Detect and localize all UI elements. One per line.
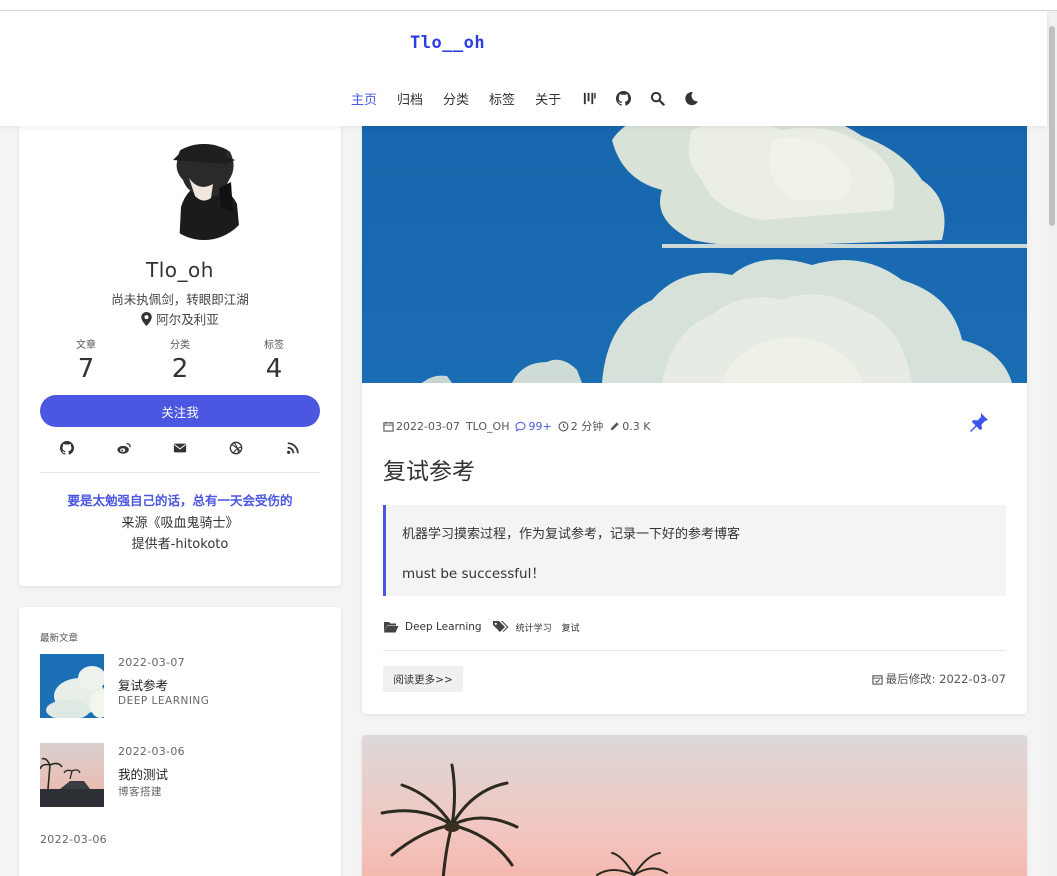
stat-value: 2 xyxy=(171,354,189,384)
stat-label: 分类 xyxy=(170,340,190,351)
post-modified-text: 最后修改: 2022-03-07 xyxy=(885,672,1006,686)
profile-motto: 尚未执佩剑，转眼即江湖 xyxy=(111,292,249,307)
scrollbar-thumb[interactable] xyxy=(1049,26,1055,226)
hitokoto-provider: 提供者-hitokoto xyxy=(131,537,229,552)
comment-icon xyxy=(515,421,527,432)
post-excerpt: 机器学习摸索过程，作为复试参考，记录一下好的参考博客 must be succe… xyxy=(383,505,1006,596)
post-category[interactable]: Deep Learning xyxy=(405,621,482,633)
rss-icon[interactable] xyxy=(285,440,301,456)
post-date-text: 2022-03-07 xyxy=(396,419,460,433)
stat-label: 标签 xyxy=(264,340,284,351)
excerpt-line: must be successful！ xyxy=(402,566,545,582)
post-tag[interactable]: 统计学习 xyxy=(516,621,552,634)
clock-icon xyxy=(558,421,569,431)
stat-posts[interactable]: 文章 7 xyxy=(39,336,133,384)
nav-categories[interactable]: 分类 xyxy=(443,89,469,108)
nav-about[interactable]: 关于 xyxy=(535,89,561,108)
location-pin-icon xyxy=(141,311,152,326)
recent-post-category[interactable]: 博客搭建 xyxy=(118,784,162,799)
moon-icon[interactable] xyxy=(683,91,699,107)
post-comments[interactable]: 99+ xyxy=(515,419,552,433)
excerpt-line: 机器学习摸索过程，作为复试参考，记录一下好的参考博客 xyxy=(402,527,741,542)
read-more-button[interactable]: 阅读更多>> xyxy=(383,666,463,692)
stats-icon[interactable] xyxy=(581,91,597,107)
recent-post-item[interactable]: 2022-03-07 复试参考 DEEP LEARNING xyxy=(40,654,320,718)
pin-icon xyxy=(970,413,988,432)
nav-tags[interactable]: 标签 xyxy=(489,89,515,108)
recent-post-date: 2022-03-07 xyxy=(118,656,185,669)
post-words-text: 0.3 K xyxy=(622,419,651,433)
post-modified: 最后修改: 2022-03-07 xyxy=(871,671,1006,687)
post-meta: 2022-03-07 TLO_OH 99+ 2 分钟 0.3 K xyxy=(383,418,656,434)
post-date: 2022-03-07 xyxy=(383,420,460,433)
stat-categories[interactable]: 分类 2 xyxy=(133,336,227,384)
stat-label: 文章 xyxy=(76,340,96,351)
post-read-time-text: 2 分钟 xyxy=(570,420,604,433)
profile-name: Tlo_oh xyxy=(146,258,214,282)
profile-divider xyxy=(40,472,320,473)
site-logo[interactable]: Tlo__oh xyxy=(410,33,485,53)
recent-post-title[interactable]: 复试参考 xyxy=(118,675,168,694)
recent-post-thumbnail[interactable] xyxy=(40,743,104,807)
follow-button[interactable]: 关注我 xyxy=(40,395,320,427)
hitokoto-source: 来源《吸血鬼骑士》 xyxy=(121,516,239,531)
calendar-check-icon xyxy=(871,674,883,685)
post-words: 0.3 K xyxy=(609,420,650,433)
hitokoto-quote[interactable]: 要是太勉强自己的话，总有一天会受伤的 xyxy=(19,490,341,509)
stat-tags[interactable]: 标签 4 xyxy=(227,336,321,384)
github-icon[interactable] xyxy=(615,91,631,107)
profile-stats: 文章 7 分类 2 标签 4 xyxy=(39,336,321,384)
post-divider xyxy=(383,650,1006,651)
post-title[interactable]: 复试参考 xyxy=(383,452,475,486)
profile-location: 阿尔及利亚 xyxy=(19,309,341,328)
recent-posts-card: 最新文章 2022-03-07 复试参考 DEEP LEARNING 2022-… xyxy=(19,607,341,876)
post-cover-image[interactable] xyxy=(362,735,1027,876)
stat-value: 7 xyxy=(77,354,95,384)
tags-icon xyxy=(492,621,509,632)
post-comments-count: 99+ xyxy=(528,419,552,433)
folder-open-icon xyxy=(384,622,399,633)
github-icon[interactable] xyxy=(59,440,75,456)
social-links xyxy=(39,440,321,456)
dribbble-icon[interactable] xyxy=(228,440,244,456)
calendar-icon xyxy=(383,421,394,432)
post-taxonomy: Deep Learning 统计学习 复试 xyxy=(383,620,590,634)
recent-post-date: 2022-03-06 xyxy=(118,745,185,758)
recent-post-date: 2022-03-06 xyxy=(40,833,107,846)
location-text: 阿尔及利亚 xyxy=(156,312,219,327)
weibo-icon[interactable] xyxy=(116,440,132,456)
recent-posts-title: 最新文章 xyxy=(40,633,79,644)
site-header: Tlo__oh 主页 归档 分类 标签 关于 xyxy=(0,11,1047,126)
browser-top-edge xyxy=(0,0,1057,11)
nav-home[interactable]: 主页 xyxy=(351,89,377,108)
post-card: 2022-03-07 TLO_OH 99+ 2 分钟 0.3 K 复试参考 机器… xyxy=(362,100,1027,714)
avatar xyxy=(159,144,249,240)
post-card xyxy=(362,735,1027,876)
recent-post-item[interactable]: 2022-03-06 我的测试 博客搭建 xyxy=(40,743,320,807)
post-tag[interactable]: 复试 xyxy=(562,621,580,634)
post-read-time: 2 分钟 xyxy=(558,418,604,434)
recent-post-title[interactable]: 我的测试 xyxy=(118,764,168,783)
pencil-icon xyxy=(611,421,619,430)
stat-value: 4 xyxy=(265,354,283,384)
main-nav: 主页 归档 分类 标签 关于 xyxy=(351,89,717,108)
post-cover-image[interactable] xyxy=(362,100,1027,383)
recent-post-category[interactable]: DEEP LEARNING xyxy=(118,695,209,707)
recent-post-thumbnail[interactable] xyxy=(40,654,104,718)
profile-card: Tlo_oh 尚未执佩剑，转眼即江湖 阿尔及利亚 文章 7 分类 2 标签 4 … xyxy=(19,100,341,586)
nav-archive[interactable]: 归档 xyxy=(397,89,423,108)
mail-icon[interactable] xyxy=(172,440,188,456)
post-author[interactable]: TLO_OH xyxy=(466,420,510,433)
page-scrollbar[interactable] xyxy=(1047,11,1057,876)
search-icon[interactable] xyxy=(649,91,665,107)
